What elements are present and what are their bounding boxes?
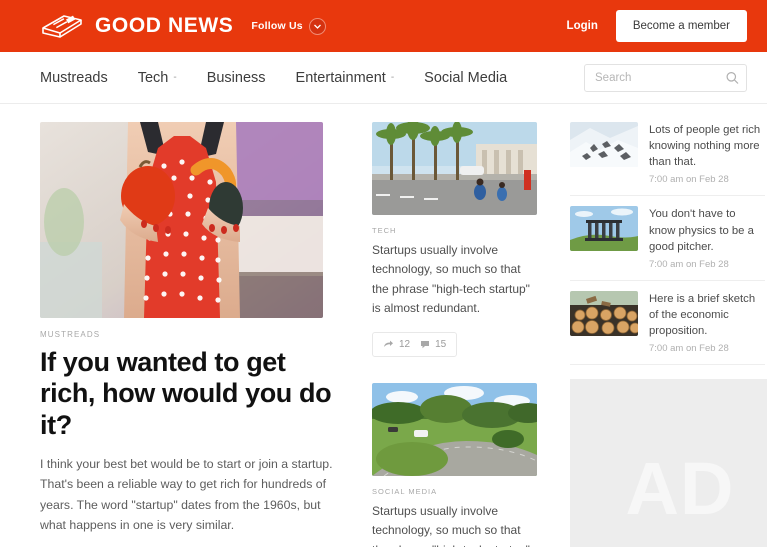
content-area: MUSTREADS If you wanted to get rich, how… <box>0 104 767 547</box>
sidebar-article-title[interactable]: Here is a brief sketch of the economic p… <box>649 291 765 339</box>
nav-label: Mustreads <box>40 69 108 86</box>
nav-label: Entertainment <box>295 69 386 86</box>
brand-name: GOOD NEWS <box>95 14 234 37</box>
article-card-tech: TECH Startups usually involve technology… <box>372 122 537 357</box>
brand-logo[interactable]: GOOD NEWS <box>40 11 233 41</box>
share-count[interactable]: 12 <box>383 339 410 350</box>
newspaper-icon <box>42 15 82 38</box>
chevron-down-icon: - <box>173 71 177 83</box>
ad-label: AD <box>625 446 735 530</box>
comment-icon <box>421 340 430 348</box>
chevron-down-icon: - <box>390 71 395 83</box>
sidebar-item-content: Here is a brief sketch of the economic p… <box>649 291 765 354</box>
nav-item-mustreads[interactable]: Mustreads <box>40 70 108 86</box>
sidebar-column: Lots of people get rich knowing nothing … <box>570 122 767 547</box>
sidebar-item-content: Lots of people get rich knowing nothing … <box>649 122 765 185</box>
sidebar-article-timestamp: 7:00 am on Feb 28 <box>649 174 729 186</box>
secondary-articles-column: TECH Startups usually involve technology… <box>372 122 537 547</box>
comment-count[interactable]: 15 <box>420 339 446 350</box>
article-meta-box: 12 15 <box>372 331 458 357</box>
sidebar-article-item[interactable]: Here is a brief sketch of the economic p… <box>570 281 765 366</box>
article-kicker: SOCIAL MEDIA <box>372 486 438 496</box>
sidebar-article-title[interactable]: Lots of people get rich knowing nothing … <box>649 122 765 170</box>
sidebar-thumbnail <box>570 122 638 167</box>
nav-item-business[interactable]: Business <box>207 70 266 86</box>
share-icon <box>384 340 393 347</box>
nav-label: Tech <box>137 69 169 86</box>
search-input[interactable] <box>584 63 747 92</box>
main-navigation: Mustreads Tech - Business Entertainment … <box>0 52 767 104</box>
sidebar-article-item[interactable]: You don't have to know physics to be a g… <box>570 196 765 281</box>
nav-item-tech[interactable]: Tech - <box>138 70 177 86</box>
article-card-social-media: SOCIAL MEDIA Startups usually involve te… <box>372 382 537 547</box>
advertisement-placeholder[interactable]: AD <box>570 379 767 547</box>
top-bar: GOOD NEWS Follow Us Login Become a membe… <box>0 0 767 52</box>
become-a-member-button[interactable]: Become a member <box>615 10 747 42</box>
sidebar-article-item[interactable]: Lots of people get rich knowing nothing … <box>570 122 765 197</box>
nav-item-entertainment[interactable]: Entertainment - <box>296 70 395 86</box>
chevron-down-icon[interactable] <box>308 17 326 35</box>
sidebar-article-timestamp: 7:00 am on Feb 28 <box>649 258 729 270</box>
article-image[interactable] <box>372 122 537 215</box>
nav-item-list: Mustreads Tech - Business Entertainment … <box>40 70 507 86</box>
follow-us-dropdown[interactable]: Follow Us <box>251 17 326 35</box>
article-kicker: TECH <box>372 226 397 235</box>
featured-article-title[interactable]: If you wanted to get rich, how would you… <box>40 347 340 441</box>
featured-article-column: MUSTREADS If you wanted to get rich, how… <box>40 122 340 547</box>
featured-article-kicker: MUSTREADS <box>40 330 101 339</box>
nav-label: Social Media <box>424 69 508 86</box>
nav-item-social-media[interactable]: Social Media <box>424 70 507 86</box>
search-box <box>584 63 747 92</box>
sidebar-item-content: You don't have to know physics to be a g… <box>649 206 765 269</box>
sidebar-thumbnail <box>570 206 638 252</box>
comment-count-label: 15 <box>435 338 447 350</box>
article-excerpt: Startups usually involve technology, so … <box>372 243 530 316</box>
share-count-label: 12 <box>399 338 411 350</box>
nav-label: Business <box>206 69 266 86</box>
featured-article-excerpt: I think your best bet would be to start … <box>40 456 333 532</box>
login-link[interactable]: Login <box>567 20 598 32</box>
article-image[interactable] <box>372 382 537 476</box>
featured-article-image[interactable] <box>40 122 323 318</box>
top-bar-actions: Login Become a member <box>567 10 747 42</box>
sidebar-article-title[interactable]: You don't have to know physics to be a g… <box>649 206 765 254</box>
sidebar-article-timestamp: 7:00 am on Feb 28 <box>649 343 729 355</box>
article-excerpt: Startups usually involve technology, so … <box>372 503 530 547</box>
sidebar-thumbnail <box>570 290 638 336</box>
follow-us-label: Follow Us <box>251 20 303 32</box>
